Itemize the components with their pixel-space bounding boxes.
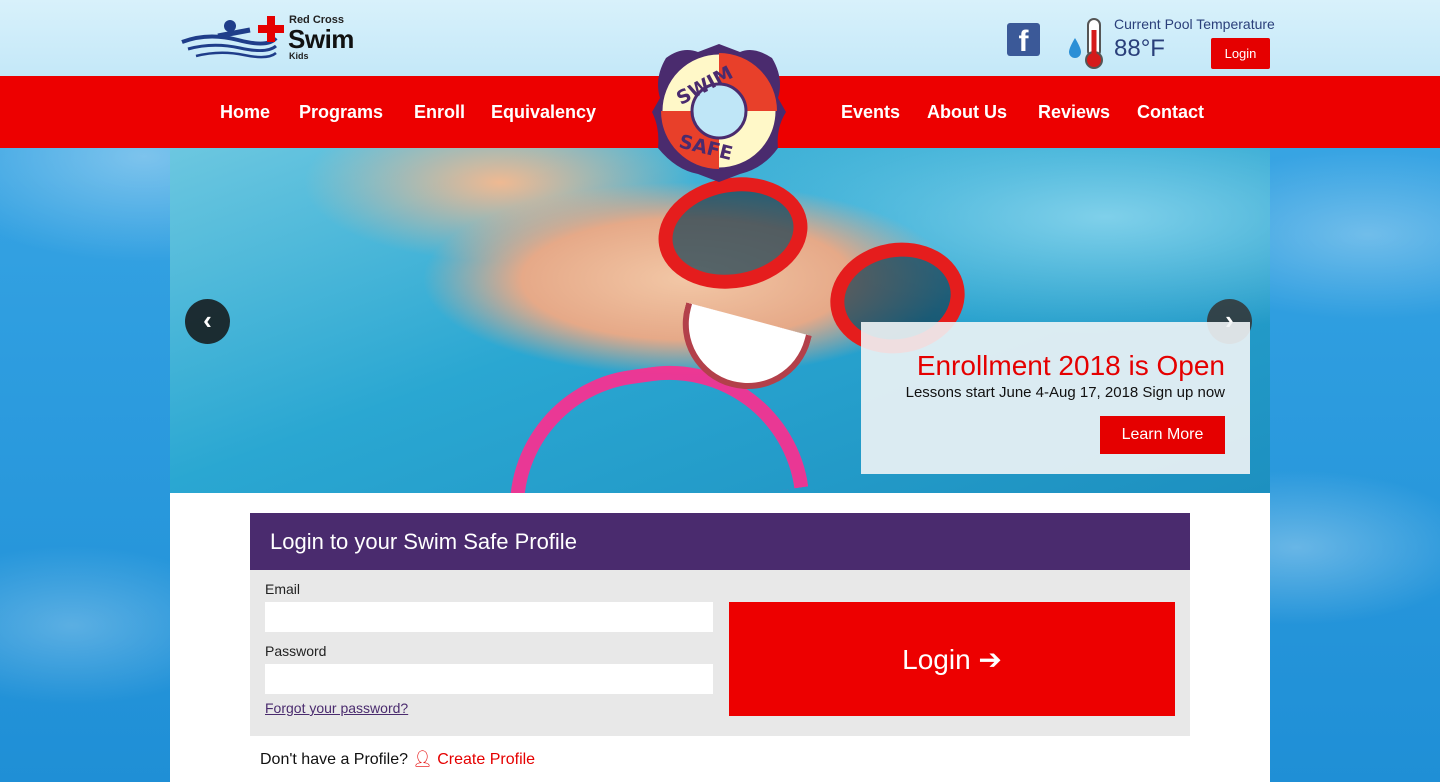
brand-kids: Kids <box>289 51 309 61</box>
promo-title: Enrollment 2018 is Open <box>916 350 1225 381</box>
promo-subtitle: Lessons start June 4-Aug 17, 2018 Sign u… <box>905 384 1225 401</box>
enrollment-promo-card: Enrollment 2018 is Open Lessons start Ju… <box>861 322 1250 474</box>
login-panel-title: Login to your Swim Safe Profile <box>250 513 1190 570</box>
pool-temperature-value: 88°F <box>1114 35 1165 62</box>
login-submit-button[interactable]: Login ➔ <box>729 602 1175 716</box>
nav-enroll[interactable]: Enroll <box>414 102 465 123</box>
carousel-prev-button[interactable]: ‹ <box>185 299 230 344</box>
pool-temperature-label: Current Pool Temperature <box>1114 16 1275 32</box>
facebook-icon[interactable]: f <box>1007 23 1040 56</box>
swim-safe-logo[interactable]: SWIM SAFE <box>646 38 792 184</box>
login-form: Email Password Forgot your password? Log… <box>250 570 1190 736</box>
header-login-button[interactable]: Login <box>1211 38 1270 69</box>
user-icon: 👤︎ <box>412 751 433 768</box>
red-cross-swim-logo[interactable]: Red Cross Swim Kids <box>178 12 363 64</box>
create-profile-text: Create Profile <box>437 751 536 768</box>
no-profile-text: Don't have a Profile? <box>260 751 409 768</box>
content-area: Login to your Swim Safe Profile Email Pa… <box>170 493 1270 782</box>
hero-goggle-left <box>649 165 817 301</box>
no-profile-line: Don't have a Profile? 👤︎ Create Profile <box>260 749 535 769</box>
nav-programs[interactable]: Programs <box>299 102 383 123</box>
password-field[interactable] <box>265 664 713 694</box>
password-label: Password <box>265 643 327 659</box>
thermometer-icon <box>1069 18 1103 69</box>
nav-home[interactable]: Home <box>220 102 270 123</box>
nav-reviews[interactable]: Reviews <box>1038 102 1110 123</box>
nav-events[interactable]: Events <box>841 102 900 123</box>
nav-about-us[interactable]: About Us <box>927 102 1007 123</box>
learn-more-button[interactable]: Learn More <box>1100 416 1225 454</box>
create-profile-link[interactable]: 👤︎ Create Profile <box>412 751 535 768</box>
red-cross-icon <box>258 16 284 42</box>
forgot-password-link[interactable]: Forgot your password? <box>265 700 408 716</box>
email-field[interactable] <box>265 602 713 632</box>
nav-equivalency[interactable]: Equivalency <box>491 102 596 123</box>
email-label: Email <box>265 581 301 597</box>
nav-contact[interactable]: Contact <box>1137 102 1204 123</box>
